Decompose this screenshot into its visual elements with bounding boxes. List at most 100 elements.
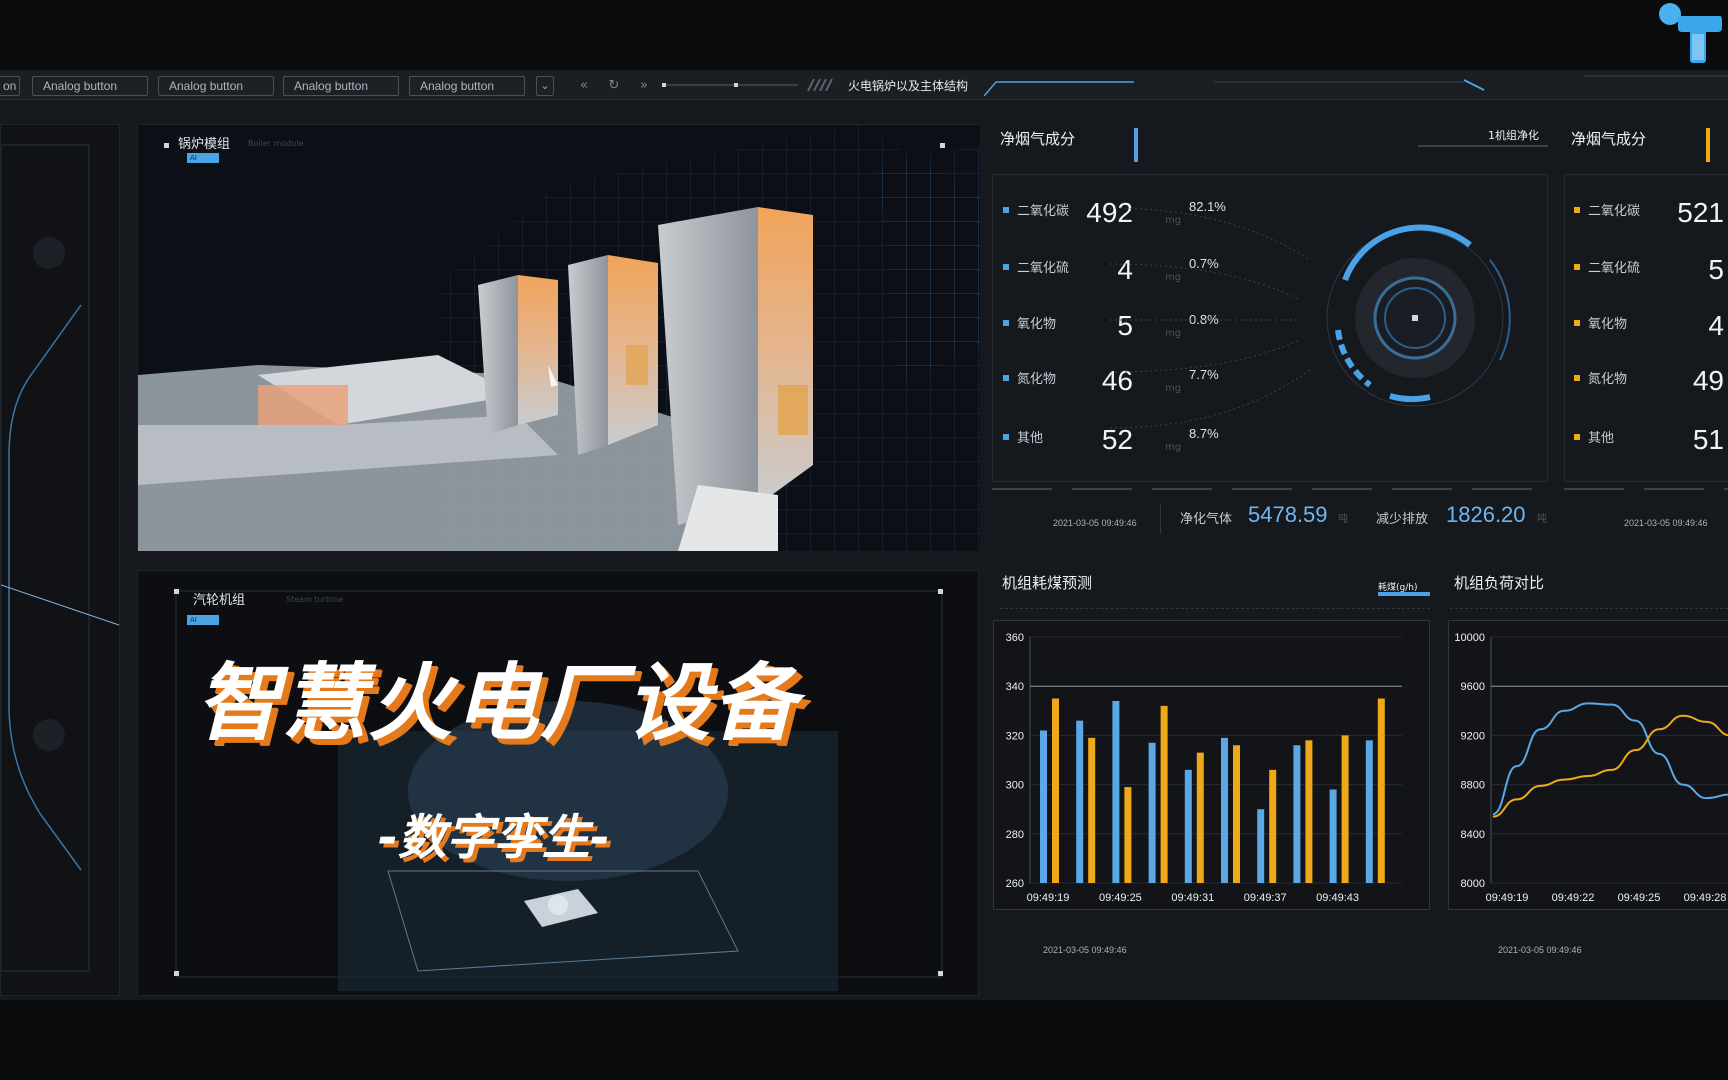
bar [1365,740,1373,883]
gas-name: 其他 [1588,431,1615,446]
analog-button-4[interactable]: Analog button [409,76,525,96]
slider-handle-2[interactable] [734,83,738,87]
bar [1305,740,1313,883]
toolbar-title: 火电锅炉以及主体结构 [848,79,969,93]
legend-bar [1378,592,1430,596]
overlay-headline: 智慧火电厂设备 [196,654,799,752]
bar [1377,698,1385,883]
corner-marker [938,971,943,976]
chevron-left-icon[interactable]: « [575,76,593,96]
gas-value: 51 [1692,424,1724,455]
timestamp-2: 2021-03-05 09:49:46 [1624,518,1708,528]
y-tick-label: 360 [1006,632,1024,644]
x-tick-label: 09:49:28 [1684,892,1727,904]
chevron-right-icon[interactable]: » [635,76,653,96]
bar [1184,769,1192,883]
boiler-3d-model[interactable] [138,125,980,551]
bar [1196,752,1204,883]
gas-dot [1003,264,1009,270]
gas-dot [1003,375,1009,381]
badge-underline [1418,145,1548,147]
divider [1450,608,1728,609]
divider [1000,608,1430,609]
gauge-leader-lines [1109,207,1311,429]
boiler-panel-sub: Boiler module [248,139,304,148]
gas-value: 521 [1677,197,1724,228]
reduced-emission-value: 1826.20 [1446,502,1526,527]
y-tick-label: 300 [1006,780,1024,792]
timestamp-4: 2021-03-05 09:49:46 [1498,945,1582,955]
stripes-decoration [807,79,833,91]
bar [1221,737,1228,883]
reduced-emission-label: 减少排放 [1376,512,1429,527]
coal-chart-title: 机组耗煤预测 [1002,574,1093,592]
turbine-3d-model[interactable] [138,571,980,997]
slider-handle[interactable] [662,83,666,87]
gas-name: 氮化物 [1017,372,1057,387]
title-accent-bar [1706,128,1710,162]
bar [1293,745,1301,883]
x-tick-label: 09:49:25 [1099,892,1142,904]
gas-dot [1003,207,1009,213]
boiler-3d-panel[interactable]: 锅炉模组 Boiler module AI [137,124,980,551]
gauge-ring [1326,224,1511,407]
timestamp-3: 2021-03-05 09:49:46 [1043,945,1127,955]
turbine-panel[interactable]: 汽轮机组 Steam turbine AI [137,570,979,996]
gas-name: 氮化物 [1588,372,1628,387]
turbine-panel-sub: Steam turbine [286,595,344,604]
reduced-emission-unit: 吨 [1537,514,1547,525]
bar [1233,745,1240,883]
bar [1052,698,1059,883]
series-line [1492,714,1728,818]
gas-dot [1574,375,1580,381]
unit-purify-badge[interactable]: 1机组净化 [1488,127,1539,143]
bar [1148,742,1156,883]
toolbar-button-partial[interactable]: on [0,76,20,96]
bar [1257,809,1265,883]
x-tick-label: 09:49:43 [1316,892,1359,904]
refresh-icon[interactable]: ↻ [605,76,623,96]
y-tick-label: 10000 [1454,632,1485,644]
boiler-panel-label: 锅炉模组 [178,137,231,152]
chevron-down-icon[interactable]: ⌄ [536,76,554,96]
divider [1564,488,1728,490]
y-tick-label: 280 [1006,829,1024,841]
analog-button-1[interactable]: Analog button [32,76,148,96]
gas-dot [1574,264,1580,270]
turbine-ai-tag: AI [187,615,219,625]
y-tick-label: 8000 [1461,878,1485,890]
timestamp-1: 2021-03-05 09:49:46 [1053,518,1137,528]
analog-button-3[interactable]: Analog button [283,76,399,96]
gas-dot [1574,434,1580,440]
bar [1112,700,1120,883]
gas-item: 二氧化碳 521 [1574,197,1724,241]
gas-item: 二氧化硫 5 [1574,254,1724,298]
gas-value: 5 [1708,254,1724,285]
coal-chart-frame: 260 280 300 320 340 360 09:49:19 09:49:25 09:49:… [993,620,1430,910]
corner-marker [164,143,169,148]
divider [992,488,1548,490]
gas-name: 氧化物 [1017,317,1057,332]
y-tick-label: 8400 [1461,829,1485,841]
gas-item: 氧化物 4 [1574,310,1724,354]
y-tick-label: 260 [1006,878,1024,890]
timeline-slider[interactable] [662,84,798,86]
gas-name: 其他 [1017,431,1044,446]
app-logo-icon [1659,3,1722,63]
y-tick-label: 8800 [1461,780,1485,792]
gas-dot [1574,320,1580,326]
flue-gas-title-2: 净烟气成分 [1571,130,1647,148]
x-tick-label: 09:49:37 [1244,892,1287,904]
left-panel-graphic [1,144,120,972]
bar [1160,705,1168,883]
load-line-chart: 8000 8400 8800 9200 9600 10000 09:49:19 09:49:2… [1454,632,1728,904]
analog-button-2[interactable]: Analog button [158,76,274,96]
overlay-subline: -数字孪生- [378,810,610,866]
x-tick-label: 09:49:19 [1027,892,1070,904]
bar [1040,730,1047,883]
gas-item: 其他 51 [1574,424,1724,468]
purified-gas-label: 净化气体 [1180,512,1233,527]
gas-item: 氮化物 49 [1574,365,1724,409]
load-chart-frame: 8000 8400 8800 9200 9600 10000 09:49:19 09:49:2… [1448,620,1728,910]
purified-gas-value: 5478.59 [1248,502,1328,527]
